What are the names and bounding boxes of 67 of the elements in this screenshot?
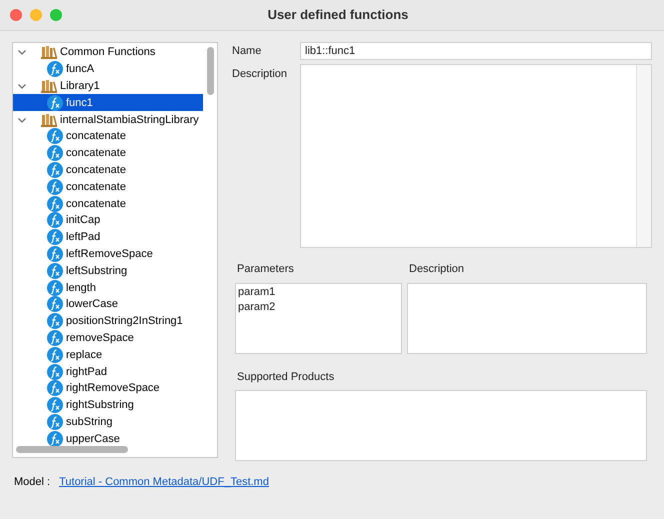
function-icon (47, 280, 63, 296)
name-label: Name (232, 44, 262, 59)
function-icon (47, 94, 63, 111)
window-title: User defined functions (268, 6, 410, 24)
description-field[interactable] (300, 64, 652, 248)
function-icon (47, 414, 63, 430)
tree-item[interactable]: concatenate (13, 162, 203, 178)
parameter-item[interactable]: param1 (238, 284, 399, 300)
tree-item[interactable]: concatenate (13, 128, 203, 145)
tree-item[interactable]: Library1 (13, 78, 203, 94)
function-icon (47, 330, 63, 346)
tree-item[interactable]: func1 (13, 94, 203, 112)
tree-item[interactable]: length (13, 279, 203, 296)
tree-item[interactable]: concatenate (13, 178, 203, 196)
model-label: Model : (14, 474, 50, 490)
function-icon (47, 128, 63, 144)
tree-item[interactable]: replace (13, 346, 203, 364)
tree-item[interactable]: leftSubstring (13, 262, 203, 280)
tree-item[interactable]: initCap (13, 212, 203, 229)
tree-item[interactable]: rightSubstring (13, 396, 203, 414)
vertical-scrollbar[interactable] (207, 47, 214, 95)
function-icon (47, 380, 63, 396)
function-icon (47, 364, 63, 380)
model-link[interactable]: Tutorial - Common Metadata/UDF_Test.md (59, 474, 269, 490)
function-icon (47, 178, 63, 195)
tree-item[interactable]: upperCase (13, 430, 203, 448)
function-icon (47, 196, 63, 212)
tree-item[interactable]: removeSpace (13, 330, 203, 346)
function-icon (47, 162, 63, 178)
supported-products-label: Supported Products (236, 370, 336, 384)
books-icon (41, 112, 57, 127)
tree-item[interactable]: rightPad (13, 363, 203, 380)
zoom-button[interactable] (50, 9, 62, 21)
tree-item[interactable]: internalStambiaStringLibrary (13, 111, 203, 128)
parameter-description-label: Description (408, 262, 466, 277)
function-icon (47, 296, 63, 312)
tree-item[interactable]: lowerCase (13, 296, 203, 313)
function-icon (47, 397, 63, 414)
function-icon (47, 212, 63, 228)
parameter-description-field[interactable] (407, 282, 647, 354)
function-icon (47, 229, 63, 246)
tree-item[interactable]: leftPad (13, 228, 203, 246)
tree-item[interactable]: subString (13, 414, 203, 430)
tree-item[interactable]: concatenate (13, 195, 203, 212)
parameters-label: Parameters (236, 262, 295, 277)
tree-item[interactable]: leftRemoveSpace (13, 246, 203, 262)
tree-item[interactable]: concatenate (13, 144, 203, 162)
horizontal-scrollbar[interactable] (16, 446, 128, 453)
books-icon (41, 45, 57, 60)
name-field[interactable]: lib1::func1 (300, 42, 652, 60)
close-button[interactable] (10, 9, 22, 21)
tree-item[interactable]: rightRemoveSpace (13, 380, 203, 397)
tree-item[interactable]: positionString2InString1 (13, 312, 203, 330)
tree-item[interactable]: Common Functions (13, 44, 203, 61)
books-icon (41, 78, 57, 93)
function-icon (47, 313, 63, 330)
parameter-item[interactable]: param2 (238, 300, 399, 314)
function-icon (47, 346, 63, 363)
chevron-down-icon[interactable] (17, 47, 27, 58)
description-label: Description (232, 67, 288, 82)
function-icon (47, 145, 63, 162)
function-icon (47, 430, 63, 447)
function-icon (47, 246, 63, 262)
function-icon (47, 61, 63, 78)
function-icon (47, 262, 63, 279)
minimize-button[interactable] (30, 9, 42, 21)
tree-item[interactable]: funcA (13, 60, 203, 78)
